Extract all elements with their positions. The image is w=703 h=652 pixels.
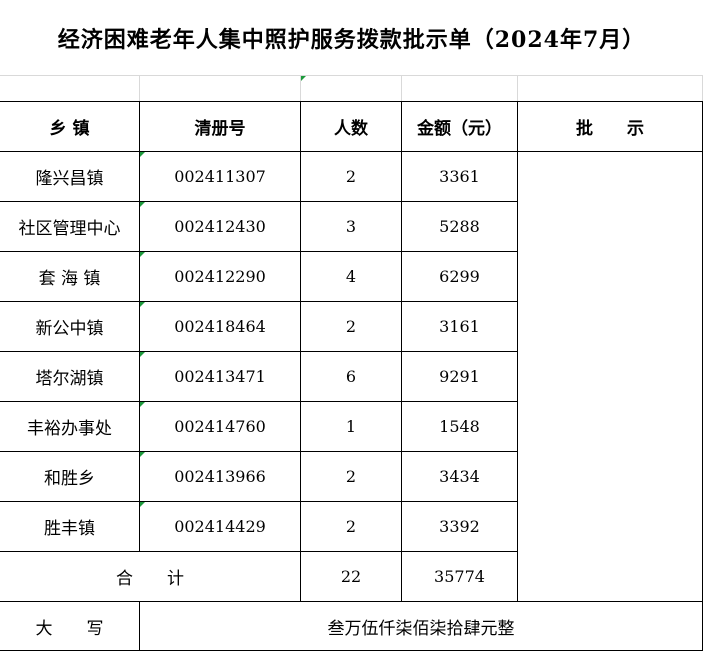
row-town: 塔尔湖镇 <box>35 369 104 389</box>
row-register-no: 002413966 <box>174 467 266 486</box>
grid-line <box>139 75 140 101</box>
row-amount: 5288 <box>439 217 480 236</box>
row-amount: 3434 <box>439 467 480 486</box>
row-people: 2 <box>345 467 357 486</box>
table-border <box>0 650 703 651</box>
row-register-no: 002412290 <box>174 267 266 286</box>
cell-marker <box>301 76 306 81</box>
grid-line <box>0 75 703 76</box>
row-people: 2 <box>345 517 357 536</box>
row-people: 3 <box>345 217 357 236</box>
row-register-no: 002412430 <box>174 217 266 236</box>
total-people: 22 <box>340 567 362 586</box>
row-amount: 3361 <box>439 167 480 186</box>
row-amount: 6299 <box>439 267 480 286</box>
row-town: 和胜乡 <box>44 469 95 489</box>
total-label: 合 计 <box>116 569 184 589</box>
row-register-no: 002414429 <box>174 517 266 536</box>
row-amount: 1548 <box>439 417 480 436</box>
grid-line <box>401 75 402 101</box>
page-title: 经济困难老年人集中照护服务拨款批示单（2024年7月） <box>57 26 646 53</box>
row-amount: 3161 <box>439 317 480 336</box>
row-town: 社区管理中心 <box>18 219 121 239</box>
header-town: 乡 镇 <box>49 119 90 139</box>
row-register-no: 002411307 <box>174 167 266 186</box>
row-people: 2 <box>345 167 357 186</box>
row-amount: 3392 <box>439 517 480 536</box>
header-approval: 批 示 <box>576 119 644 139</box>
total-amount: 35774 <box>434 567 485 586</box>
row-town: 隆兴昌镇 <box>35 169 104 189</box>
row-register-no: 002418464 <box>174 317 266 336</box>
row-register-no: 002413471 <box>174 367 266 386</box>
row-people: 2 <box>345 317 357 336</box>
row-town: 胜丰镇 <box>44 519 95 539</box>
row-register-no: 002414760 <box>174 417 266 436</box>
header-amount: 金额（元） <box>417 119 502 139</box>
row-people: 6 <box>345 367 357 386</box>
row-town: 新公中镇 <box>35 319 104 339</box>
row-people: 1 <box>345 417 357 436</box>
capital-label: 大 写 <box>35 618 104 639</box>
row-town: 丰裕办事处 <box>27 419 112 439</box>
header-register-no: 清册号 <box>194 119 246 139</box>
header-people: 人数 <box>334 119 368 139</box>
row-people: 4 <box>345 267 357 286</box>
capital-value: 叁万伍仟柒佰柒拾肆元整 <box>327 618 515 639</box>
approval-cell <box>518 152 702 601</box>
row-amount: 9291 <box>439 367 480 386</box>
grid-line <box>517 75 518 101</box>
row-town: 套 海 镇 <box>38 269 101 289</box>
